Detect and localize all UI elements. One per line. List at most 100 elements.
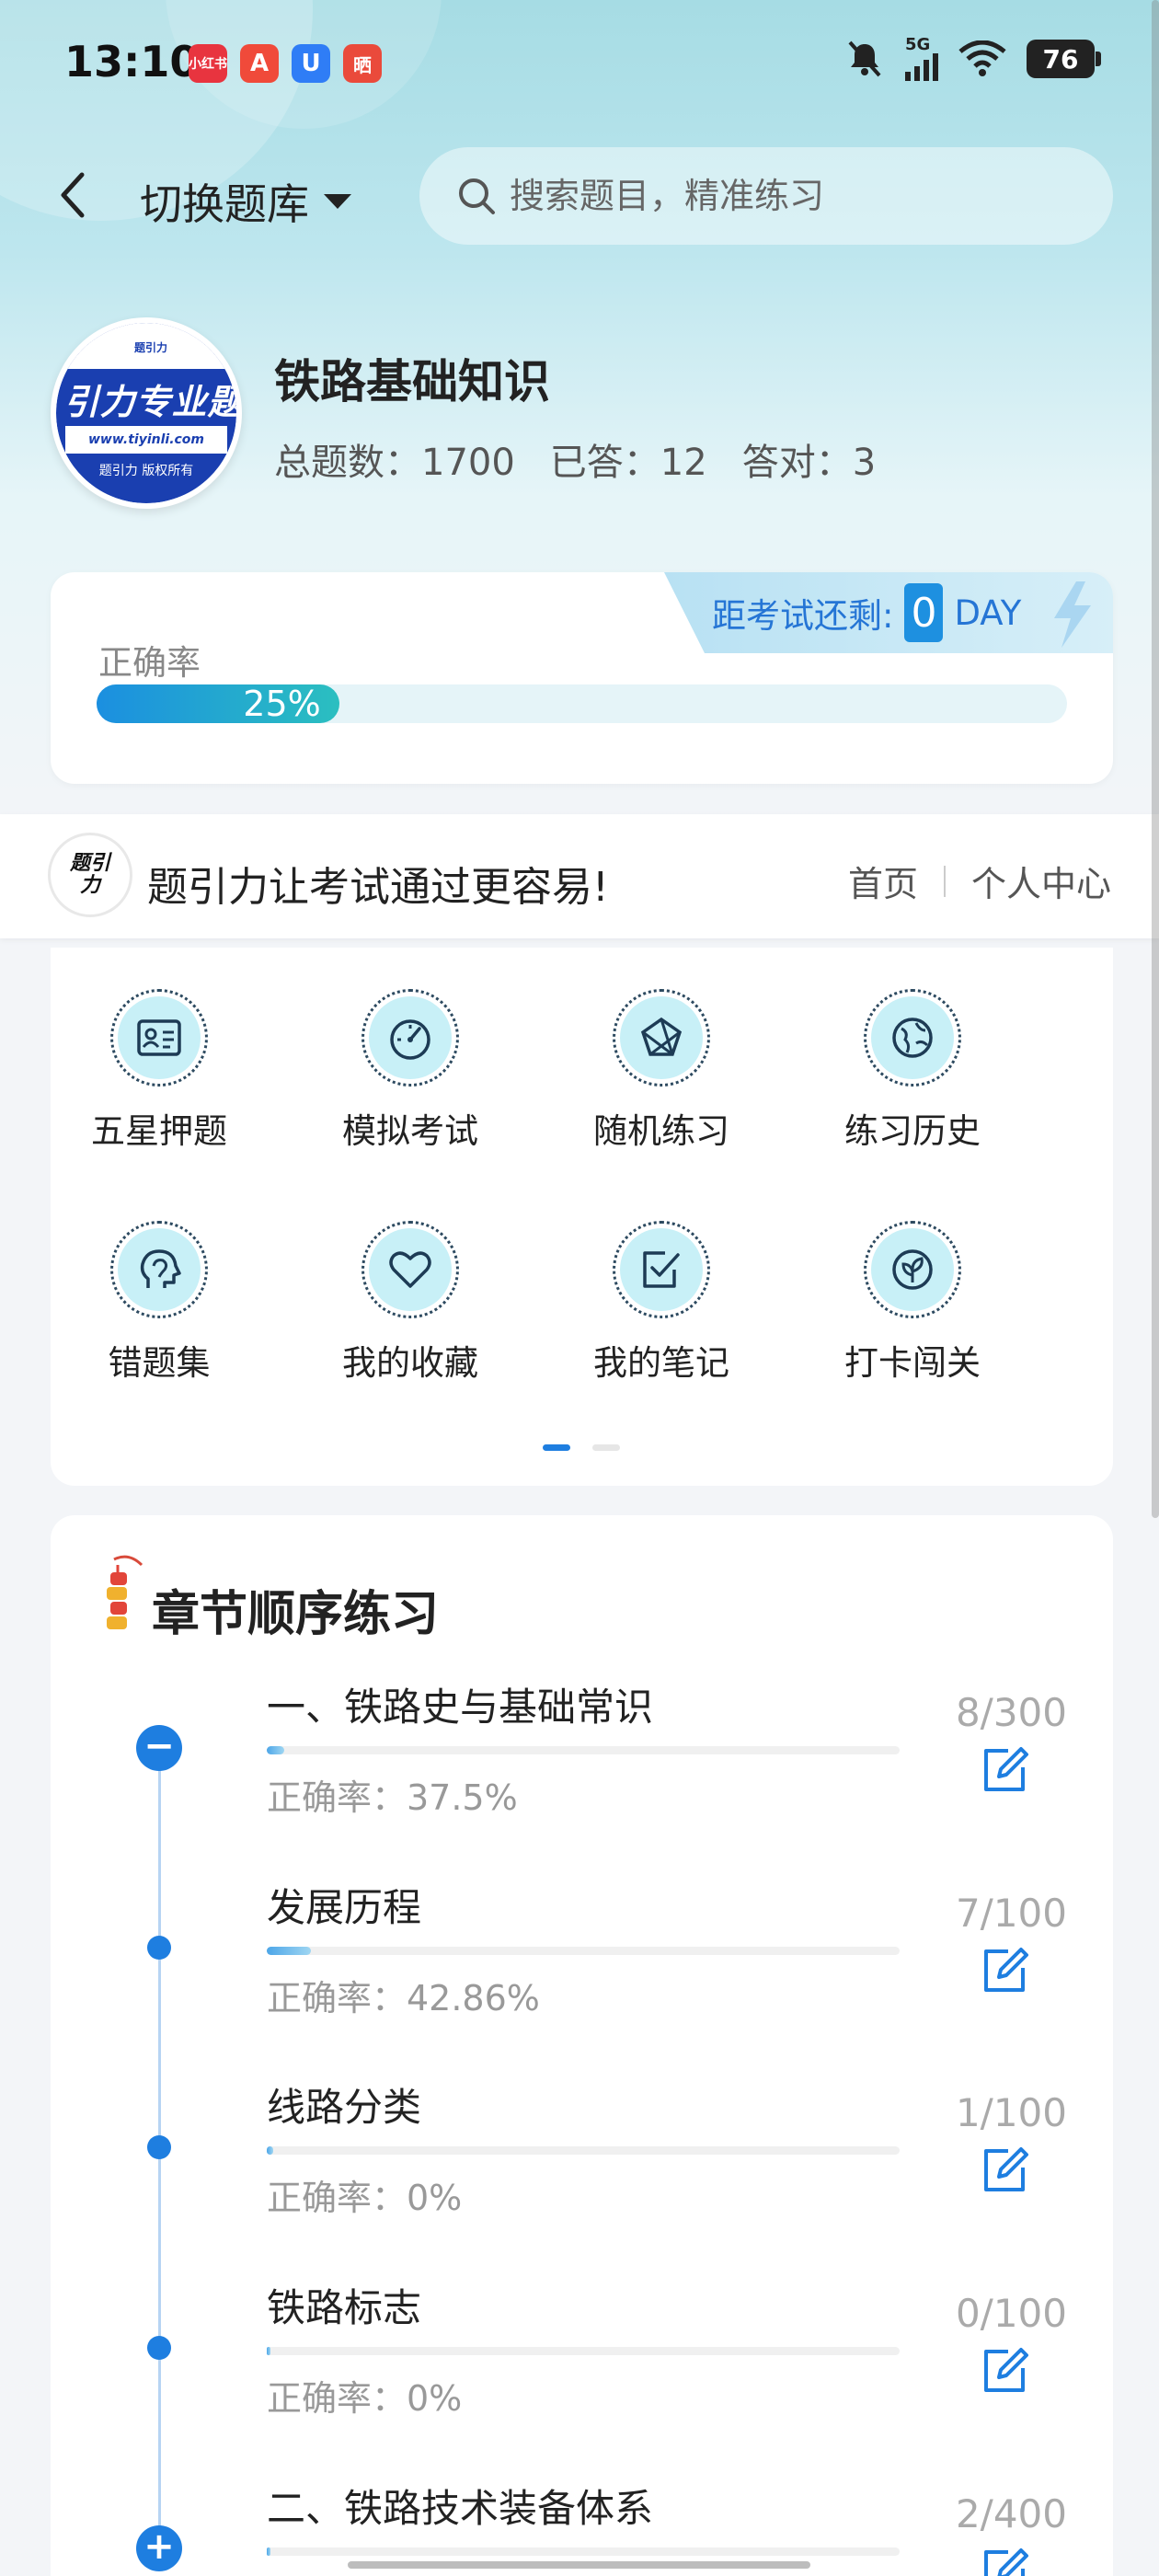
xiaohongshu-icon: 小红书 bbox=[189, 44, 227, 83]
feature-wrong-questions[interactable]: 错题集 bbox=[67, 1221, 251, 1385]
feature-label: 随机练习 bbox=[593, 1111, 729, 1151]
chapter-section-title: 章节顺序练习 bbox=[152, 1587, 440, 1642]
chapter-accuracy: 正确率：0% bbox=[267, 2178, 463, 2218]
edit-icon[interactable] bbox=[981, 1946, 1030, 1995]
switch-bank-button[interactable]: 切换题库 bbox=[140, 171, 353, 232]
edit-icon[interactable] bbox=[981, 2346, 1030, 2396]
chapter-accuracy: 正确率：42.86% bbox=[267, 1978, 540, 2018]
logo-top-text: 题引力 bbox=[134, 341, 168, 354]
cellular-signal-icon: 5G bbox=[905, 37, 938, 81]
correct-count: 答对：3 bbox=[741, 442, 877, 484]
app-a-icon: A bbox=[240, 44, 279, 83]
feature-label: 打卡闯关 bbox=[844, 1343, 981, 1383]
chapter-progress-fill bbox=[267, 2347, 271, 2355]
firecracker-icon bbox=[107, 1555, 143, 1629]
total-questions: 总题数：1700 bbox=[274, 442, 515, 484]
id-card-icon bbox=[137, 1019, 181, 1056]
edit-icon[interactable] bbox=[981, 2547, 1030, 2576]
chapter-progress-fill bbox=[267, 1746, 284, 1754]
divider bbox=[943, 865, 946, 897]
feature-label: 模拟考试 bbox=[342, 1111, 478, 1151]
search-bar[interactable] bbox=[419, 147, 1113, 245]
heart-icon bbox=[389, 1251, 431, 1288]
feature-notes[interactable]: 我的笔记 bbox=[569, 1221, 753, 1385]
chapter-title[interactable]: 铁路标志 bbox=[267, 2277, 421, 2333]
head-icon bbox=[140, 1249, 181, 1288]
edit-icon[interactable] bbox=[981, 2145, 1030, 2195]
chapter-progress-fill bbox=[267, 1947, 312, 1955]
timeline-node bbox=[147, 2135, 171, 2159]
countdown-label: 距考试还剩: bbox=[712, 596, 894, 636]
expand-icon[interactable]: + bbox=[136, 2525, 182, 2571]
app-u-icon: U bbox=[292, 44, 330, 83]
collapse-icon[interactable]: − bbox=[136, 1725, 182, 1771]
chapter-title[interactable]: 二、铁路技术装备体系 bbox=[267, 2478, 653, 2534]
bell-muted-icon bbox=[848, 40, 881, 77]
page-indicator bbox=[543, 1444, 620, 1451]
bank-stats: 总题数：1700 已答：12 答对：3 bbox=[274, 432, 876, 486]
chapter-progress-fill bbox=[267, 2146, 273, 2155]
note-check-icon bbox=[643, 1251, 680, 1288]
chapter-count: 8/300 bbox=[955, 1690, 1067, 1735]
switch-bank-label: 切换题库 bbox=[140, 179, 309, 229]
chapter-progress-fill bbox=[267, 2547, 271, 2556]
feature-label: 错题集 bbox=[108, 1343, 211, 1383]
page-dot bbox=[592, 1444, 620, 1451]
slogan-links: 首页 个人中心 bbox=[848, 856, 1111, 906]
chapter-practice-card: 章节顺序练习 − 一、铁路史与基础常识 正确率：37.5% 8/300 发展历程… bbox=[51, 1515, 1113, 2576]
chapter-title[interactable]: 一、铁路史与基础常识 bbox=[267, 1676, 653, 1732]
chapter-title[interactable]: 发展历程 bbox=[267, 1877, 421, 1933]
chapter-progress-bar bbox=[267, 1947, 900, 1955]
scrollbar[interactable] bbox=[1152, 0, 1159, 1518]
feature-five-star[interactable]: 五星押题 bbox=[67, 989, 251, 1153]
brand-logo-text: 题引力 bbox=[69, 852, 110, 897]
caret-down-icon bbox=[324, 194, 351, 209]
chapter-progress-bar bbox=[267, 2347, 900, 2355]
feature-favorites[interactable]: 我的收藏 bbox=[318, 1221, 502, 1385]
bank-logo: 题引力 引力专业题 www.tiyinli.com 题引力 版权所有 bbox=[51, 317, 242, 509]
personal-center-link[interactable]: 个人中心 bbox=[971, 856, 1111, 906]
search-icon bbox=[459, 178, 495, 214]
feature-random-practice[interactable]: 随机练习 bbox=[569, 989, 753, 1153]
feature-label: 我的收藏 bbox=[342, 1343, 478, 1383]
chapter-accuracy: 正确率：37.5% bbox=[267, 1777, 518, 1818]
chapter-count: 2/400 bbox=[955, 2491, 1067, 2536]
timeline-node bbox=[147, 2336, 171, 2360]
logo-main-text: 引力专业题 bbox=[63, 382, 236, 422]
feature-mock-exam[interactable]: 模拟考试 bbox=[318, 989, 502, 1153]
search-input[interactable] bbox=[510, 176, 1061, 216]
speedometer-icon bbox=[390, 1019, 430, 1060]
chapter-count: 1/100 bbox=[955, 2090, 1067, 2135]
home-indicator[interactable] bbox=[348, 2561, 810, 2569]
feature-label: 我的笔记 bbox=[593, 1343, 729, 1383]
chapter-progress-bar bbox=[267, 1746, 900, 1754]
chapter-count: 0/100 bbox=[955, 2291, 1067, 2336]
status-app-icons: 小红书 A U 晒 bbox=[189, 44, 382, 83]
chapter-title[interactable]: 线路分类 bbox=[267, 2076, 421, 2133]
chapter-accuracy: 正确率：0% bbox=[267, 2378, 463, 2419]
battery-indicator: 76 bbox=[1027, 40, 1101, 78]
status-bar: 13:10 小红书 A U 晒 5G 76 bbox=[0, 0, 1159, 120]
network-type: 5G bbox=[905, 35, 931, 54]
chapter-progress-bar bbox=[267, 2547, 900, 2556]
accuracy-progress-fill: 25% bbox=[97, 684, 339, 724]
back-arrow-icon[interactable] bbox=[51, 167, 97, 223]
feature-check-in[interactable]: 打卡闯关 bbox=[820, 1221, 1004, 1385]
slogan-bar: 题引力 题引力让考试通过更容易! 首页 个人中心 bbox=[0, 814, 1159, 938]
answered-count: 已答：12 bbox=[549, 442, 707, 484]
logo-url-text: www.tiyinli.com bbox=[65, 426, 227, 454]
app-shai-icon: 晒 bbox=[343, 44, 382, 83]
countdown-unit: DAY bbox=[954, 592, 1022, 633]
accuracy-value: 25% bbox=[243, 684, 321, 724]
slogan-text: 题引力让考试通过更容易! bbox=[147, 864, 609, 911]
accuracy-card: 距考试还剩: 0 DAY 正确率 25% bbox=[51, 572, 1113, 784]
globe-icon bbox=[892, 1018, 933, 1058]
timeline-node bbox=[147, 1936, 171, 1960]
home-link[interactable]: 首页 bbox=[848, 856, 918, 906]
logo-copyright-text: 题引力 版权所有 bbox=[98, 464, 194, 478]
lightning-icon bbox=[1054, 581, 1091, 648]
feature-practice-history[interactable]: 练习历史 bbox=[820, 989, 1004, 1153]
status-time: 13:10 bbox=[64, 37, 200, 86]
signal-bars-icon bbox=[905, 53, 938, 81]
edit-icon[interactable] bbox=[981, 1745, 1030, 1795]
